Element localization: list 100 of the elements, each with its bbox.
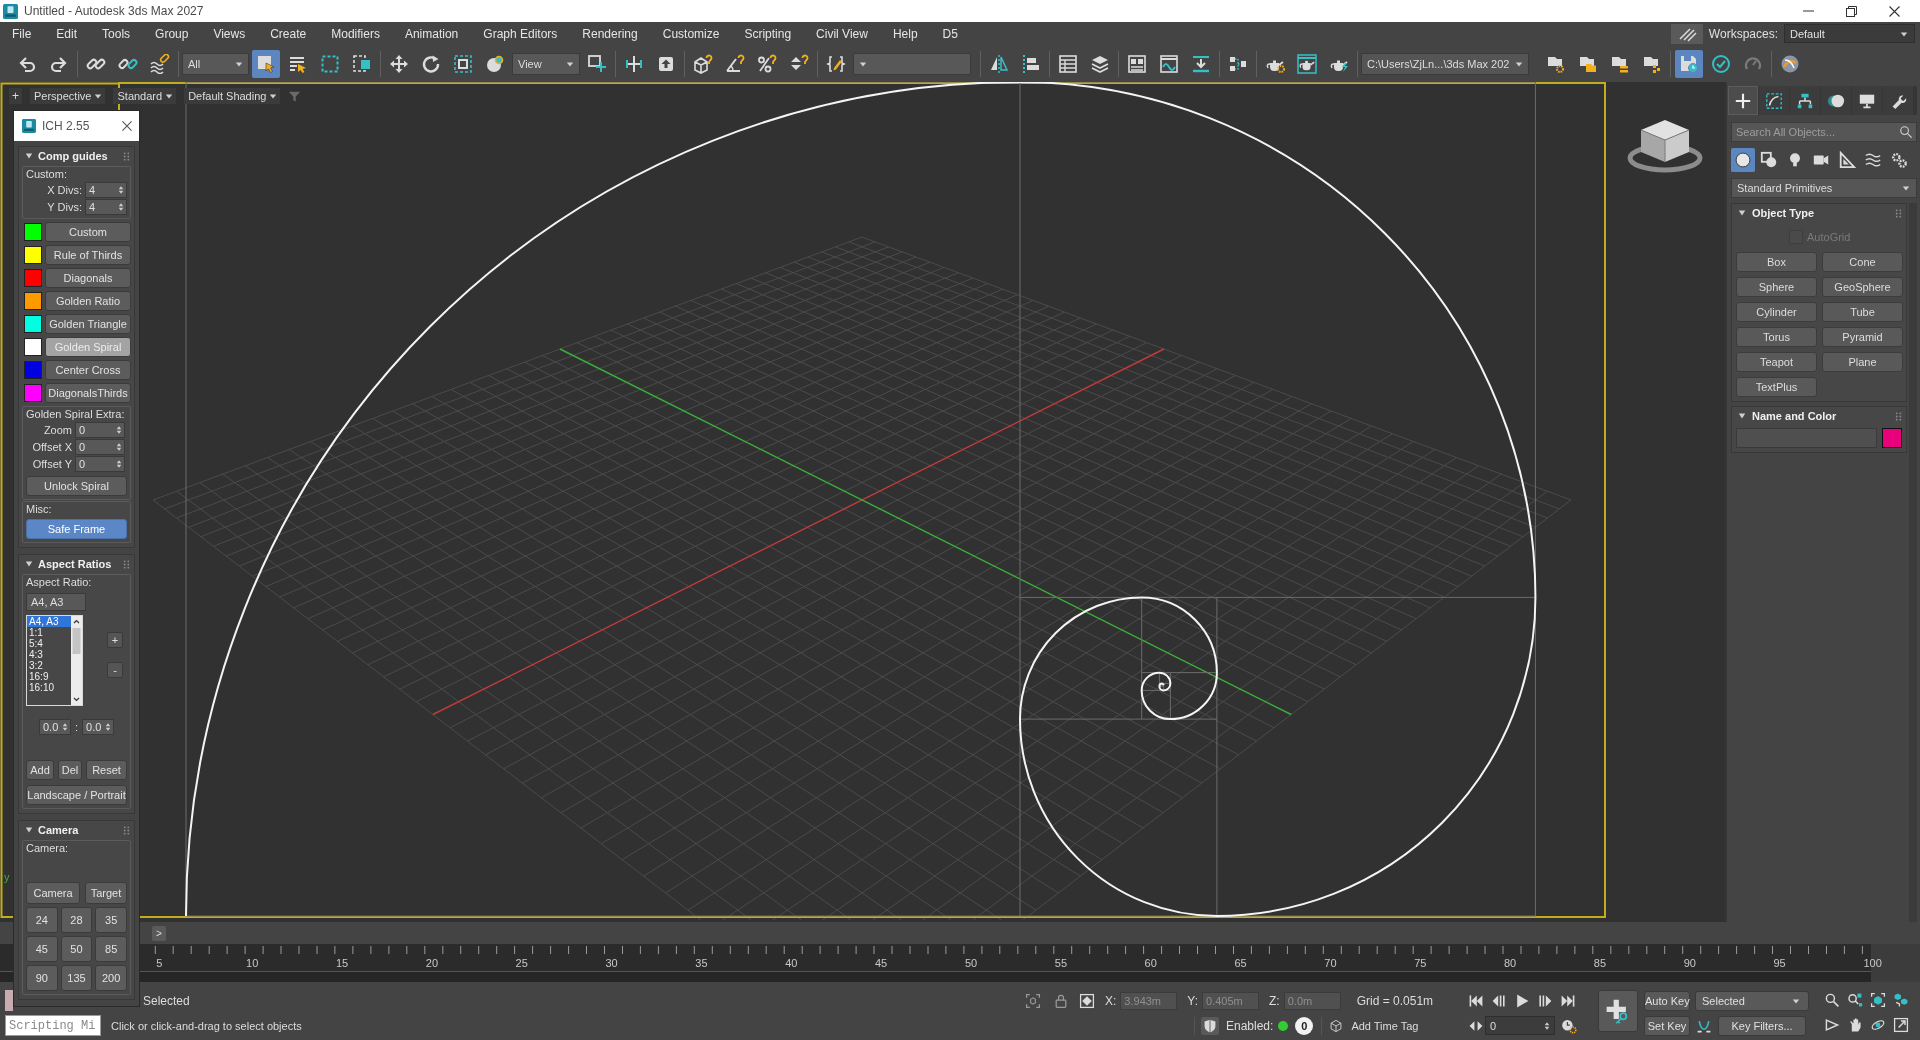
dropdown[interactable]: Standard Primitives	[1731, 178, 1917, 198]
square-plus-icon[interactable]	[587, 53, 607, 74]
color-swatch-icon[interactable]	[24, 315, 42, 333]
menu-item[interactable]: Views	[213, 26, 246, 41]
ratio-button[interactable]: Reset	[86, 760, 127, 780]
square-circle-icon[interactable]	[1760, 151, 1778, 169]
scale-squares-icon[interactable]	[453, 53, 473, 74]
spinner-field[interactable]: 0.0	[82, 719, 115, 735]
guide-button[interactable]: Center Cross	[45, 360, 131, 380]
step-forward-icon[interactable]	[1537, 992, 1553, 1009]
dashed-overlap-icon[interactable]	[352, 53, 372, 74]
rollout-header[interactable]: Name and Color	[1732, 407, 1906, 425]
focal-length-button[interactable]: 35	[95, 907, 127, 933]
add-time-tag-link[interactable]: Add Time Tag	[1351, 1019, 1419, 1032]
object-button[interactable]: Box	[1736, 252, 1817, 272]
menu-item[interactable]: Group	[155, 26, 189, 41]
clock-gear-icon[interactable]	[1561, 1017, 1577, 1034]
color-swatch-icon[interactable]	[24, 292, 42, 310]
align-icon[interactable]	[1021, 53, 1041, 74]
menu-item[interactable]: Customize	[662, 26, 720, 41]
up-down-arrows-icon[interactable]	[116, 459, 122, 469]
magnifier-icon[interactable]	[1824, 992, 1840, 1008]
panel-tab[interactable]	[1821, 86, 1851, 115]
triangle-icon[interactable]	[25, 152, 33, 160]
grip-dots-icon[interactable]	[123, 825, 130, 835]
menu-item[interactable]: D5	[942, 26, 958, 41]
up-down-arrows-icon[interactable]	[116, 442, 122, 452]
rollout-header[interactable]: Camera	[19, 821, 134, 839]
count-button[interactable]: 0	[1295, 1016, 1314, 1035]
grip-dots-icon[interactable]	[1895, 411, 1902, 421]
orientation-button[interactable]: Landscape / Portrait	[26, 785, 127, 805]
teapot-window-icon[interactable]	[1297, 53, 1317, 74]
dropdown[interactable]: View	[512, 52, 580, 75]
list-item[interactable]: 3:2	[27, 660, 71, 671]
dashed-square-icon[interactable]	[320, 53, 340, 74]
guide-button[interactable]: Custom	[45, 222, 131, 242]
list-item[interactable]: 16:9	[27, 671, 71, 682]
skip-end-icon[interactable]	[1560, 992, 1576, 1009]
up-down-arrows-icon[interactable]	[116, 425, 122, 435]
triangle-icon[interactable]	[25, 826, 33, 834]
grip-dots-icon[interactable]	[123, 151, 130, 161]
menu-item[interactable]: Graph Editors	[483, 26, 558, 41]
grip-dots-icon[interactable]	[123, 559, 130, 569]
magnifier-squares-icon[interactable]	[1847, 992, 1863, 1008]
spinner-field[interactable]: 0.0	[38, 719, 71, 735]
viewport-menu-button[interactable]: +	[9, 88, 22, 104]
spinner-field[interactable]: 4	[85, 199, 127, 215]
panel-tab[interactable]	[1883, 86, 1913, 115]
menu-item[interactable]: Edit	[56, 26, 78, 41]
menu-item[interactable]: File	[12, 26, 32, 41]
list-item[interactable]: 1:1	[27, 627, 71, 638]
cross-bars-icon[interactable]	[624, 53, 644, 74]
up-down-arrows-icon[interactable]	[61, 722, 68, 732]
search-icon[interactable]	[1899, 125, 1913, 139]
color-swatch-icon[interactable]	[24, 269, 42, 287]
menu-item[interactable]: Civil View	[816, 26, 868, 41]
object-button[interactable]: Cone	[1822, 252, 1903, 272]
remove-ratio-button[interactable]: -	[107, 662, 123, 678]
set-key-button[interactable]: Set Key	[1644, 1015, 1690, 1036]
panel-tab[interactable]	[1728, 86, 1758, 115]
ratio-button[interactable]: Del	[58, 760, 82, 780]
viewport-menu[interactable]: Perspective	[30, 88, 106, 104]
hand-icon[interactable]	[1847, 1017, 1863, 1033]
safe-frame-button[interactable]: Safe Frame	[26, 519, 127, 539]
mirror-icon[interactable]	[989, 53, 1009, 74]
list-scrollbar[interactable]	[71, 616, 82, 705]
unlock-spiral-button[interactable]: Unlock Spiral	[26, 476, 127, 496]
stripes-icon[interactable]	[1670, 23, 1703, 44]
square-diamond-icon[interactable]	[1079, 992, 1095, 1009]
skip-start-icon[interactable]	[1468, 992, 1484, 1009]
waves-icon[interactable]	[1864, 151, 1882, 169]
up-down-arrows-icon[interactable]	[118, 202, 124, 212]
key-plus-button[interactable]	[1598, 990, 1638, 1032]
triangle-outline-icon[interactable]	[1824, 1017, 1840, 1033]
select-cursor-icon[interactable]	[252, 49, 280, 78]
layers-icon[interactable]	[1090, 53, 1110, 74]
bracket-pencil-icon[interactable]	[826, 53, 846, 74]
table-icon[interactable]	[1058, 53, 1078, 74]
restore-icon[interactable]	[1846, 5, 1857, 17]
guide-button[interactable]: Rule of Thirds	[45, 245, 131, 265]
color-swatch-icon[interactable]	[24, 223, 42, 241]
frame-field[interactable]: 0	[1485, 1016, 1555, 1035]
panel-tab[interactable]	[1852, 86, 1882, 115]
up-down-arrows-icon[interactable]	[105, 722, 112, 732]
floppy-clock-icon[interactable]	[1675, 49, 1704, 78]
corner-brackets-icon[interactable]	[1025, 992, 1041, 1009]
triangle-icon[interactable]	[1738, 209, 1746, 217]
color-swatch-icon[interactable]	[24, 361, 42, 379]
check-circle-icon[interactable]	[1711, 53, 1732, 74]
rollout-header[interactable]: Object Type	[1732, 204, 1906, 222]
menu-item[interactable]: Animation	[404, 26, 459, 41]
cube-hook-icon[interactable]	[693, 53, 713, 74]
camera-button[interactable]: Target	[85, 882, 127, 904]
rollout-header[interactable]: Comp guides	[19, 147, 134, 165]
ribbon-panel-icon[interactable]	[1127, 53, 1147, 74]
wave-link-icon[interactable]	[150, 53, 170, 74]
auto-key-button[interactable]: Auto Key	[1644, 990, 1690, 1011]
spinner-field[interactable]: 0	[75, 422, 125, 438]
camera-button[interactable]: Camera	[26, 882, 80, 904]
object-button[interactable]: Cylinder	[1736, 302, 1817, 322]
